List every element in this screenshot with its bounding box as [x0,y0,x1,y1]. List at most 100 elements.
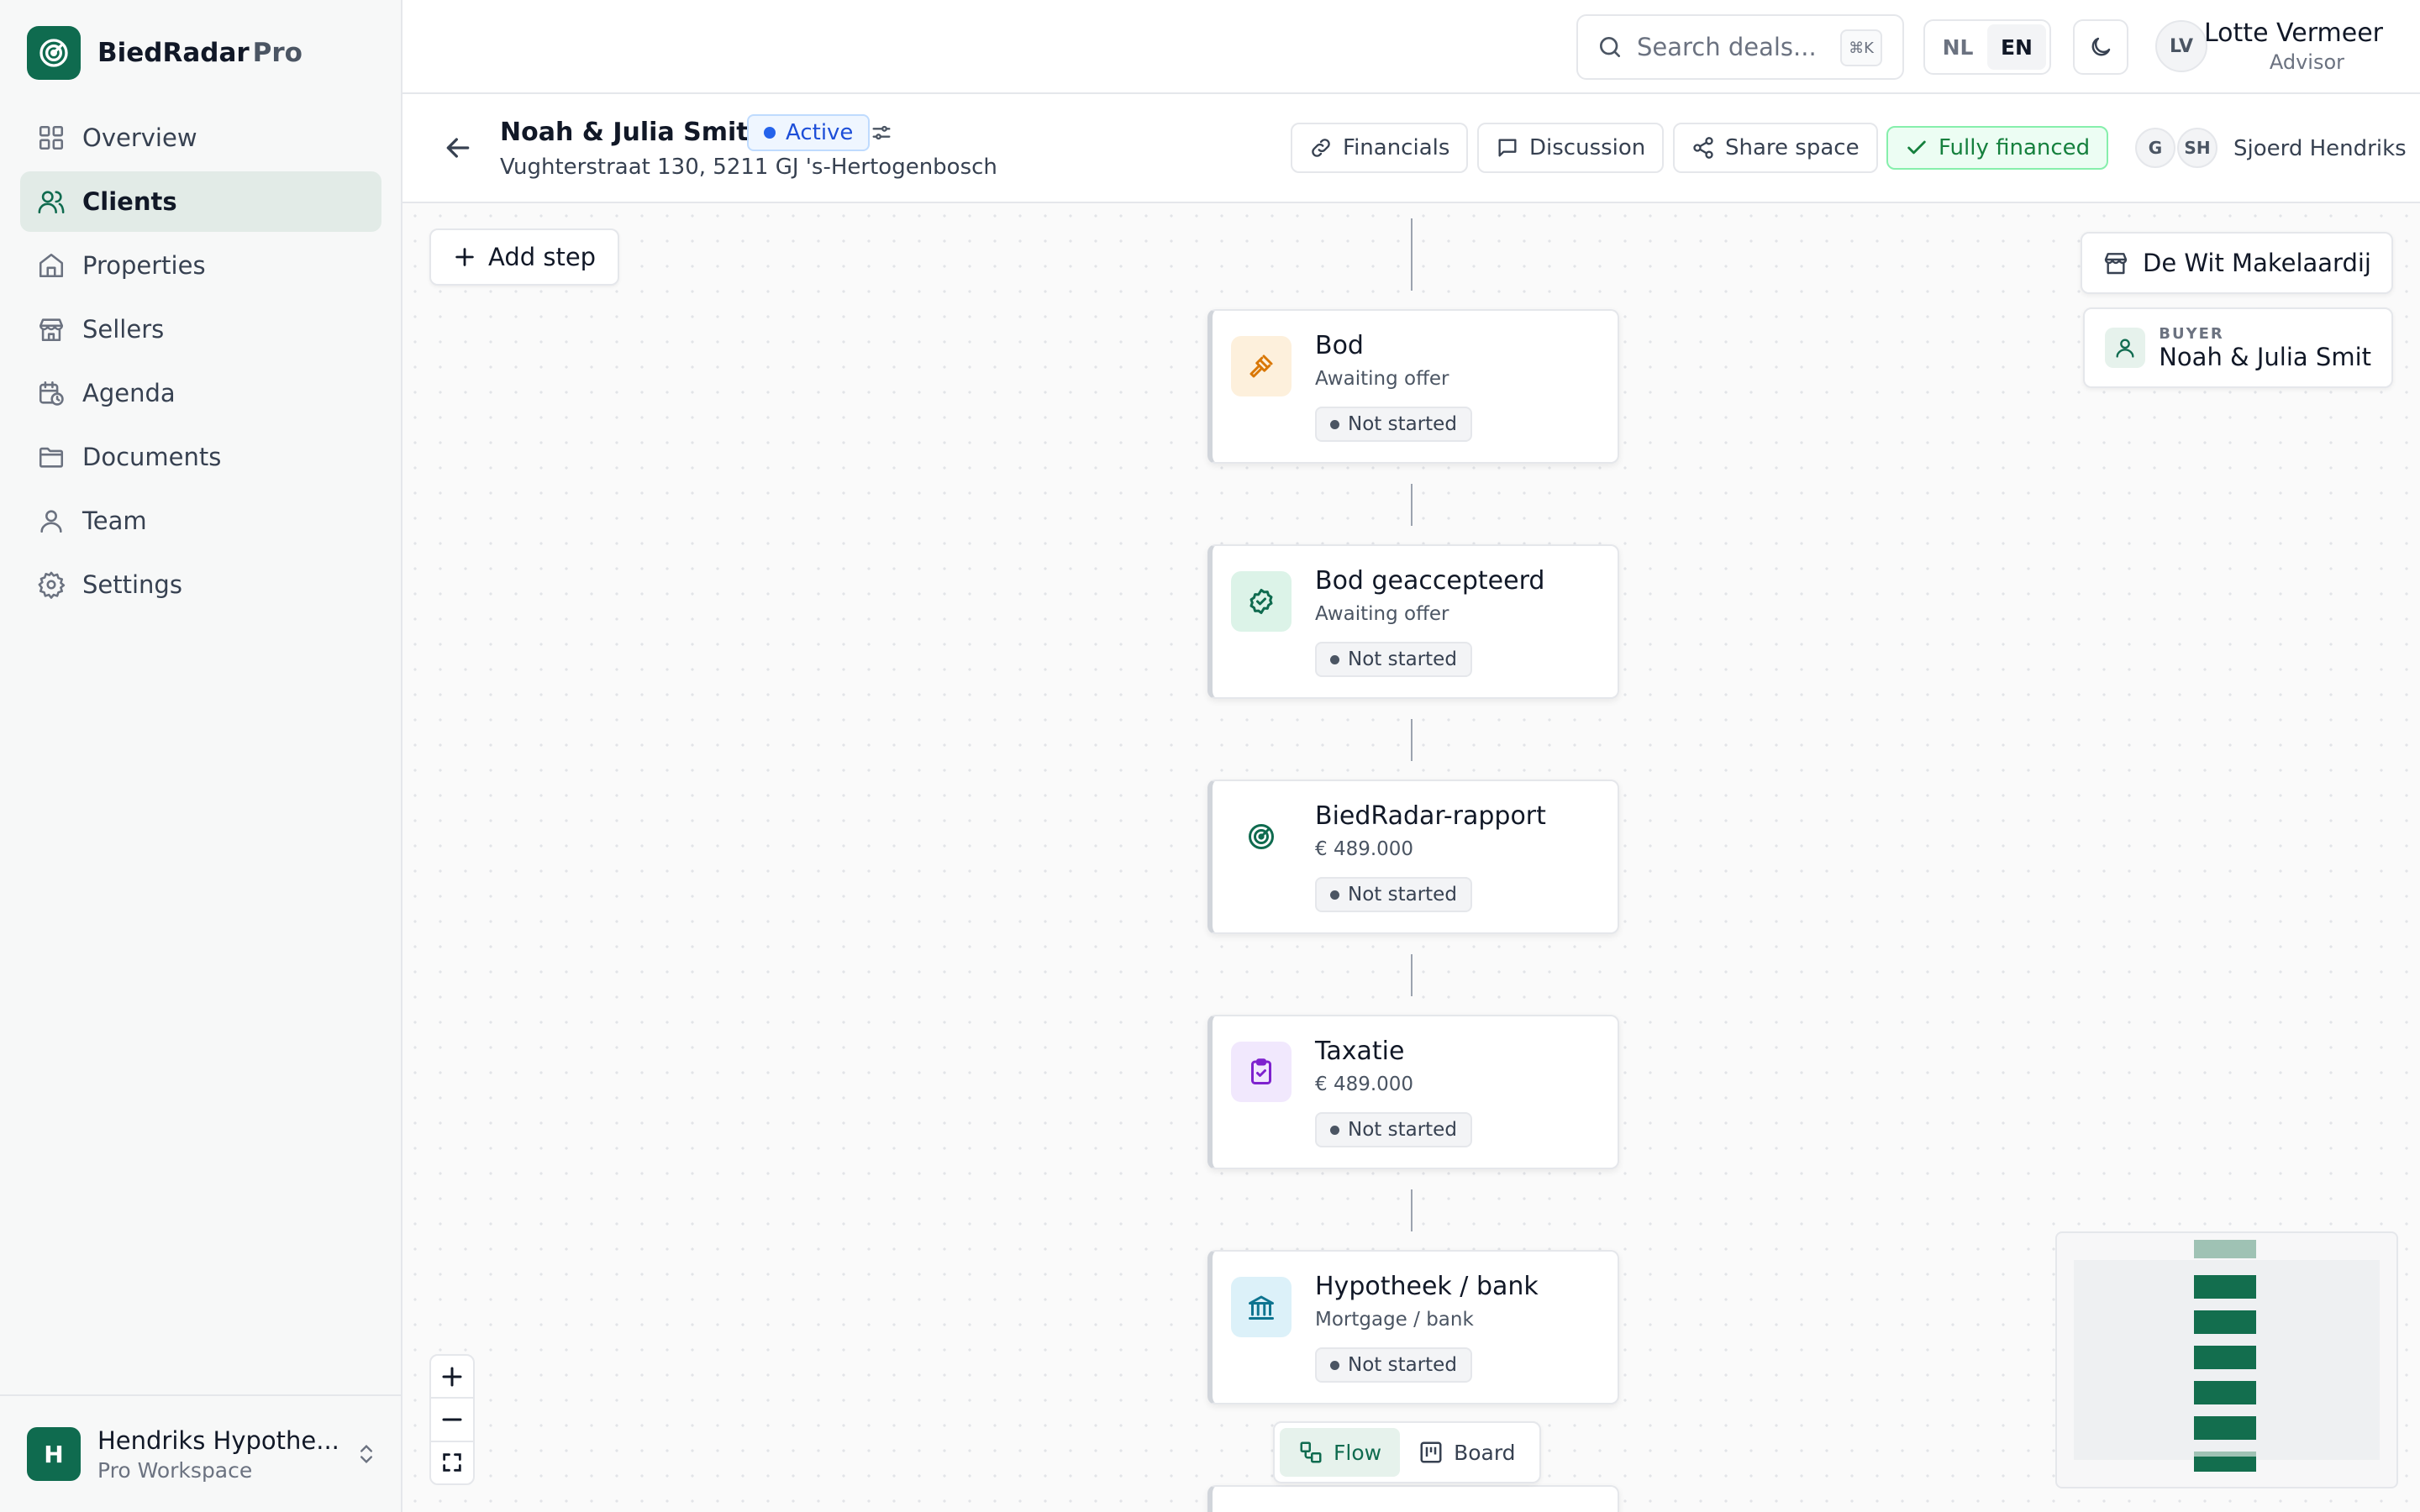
sidebar-item-clients[interactable]: Clients [20,171,381,232]
assignee-name[interactable]: Sjoerd Hendriks [2233,136,2407,161]
financing-status-badge[interactable]: Fully financed [1886,126,2109,170]
minimap-node [2194,1275,2256,1299]
agency-name: De Wit Makelaardij [2142,249,2371,277]
assignee-avatar[interactable]: SH [2177,128,2217,168]
sidebar-item-properties[interactable]: Properties [20,235,381,296]
clipboard-check-icon [1231,1042,1292,1102]
flow-step-bod[interactable]: Bod Awaiting offer Not started [1207,309,1619,464]
financials-button[interactable]: Financials [1291,123,1469,173]
sidebar-item-documents[interactable]: Documents [20,427,381,487]
board-view-button[interactable]: Board [1400,1428,1534,1477]
workspace-avatar: H [27,1427,81,1481]
sidebar-item-label: Settings [82,570,182,599]
view-toggle: Flow Board [1273,1421,1541,1483]
discussion-label: Discussion [1529,135,1646,160]
sidebar-item-label: Overview [82,123,197,152]
user-avatar[interactable]: LV [2155,20,2207,72]
sidebar-item-label: Sellers [82,315,165,344]
flow-connector [1411,719,1413,761]
minimap-node [2194,1346,2256,1369]
zoom-out-button[interactable] [431,1399,473,1442]
home-icon [39,253,64,278]
sidebar: BiedRadar Pro Overview Clients Properties… [0,0,402,1512]
flow-step-biedradar-rapport[interactable]: BiedRadar-rapport € 489.000 Not started [1207,780,1619,934]
buyer-name: Noah & Julia Smit [2159,342,2371,371]
sidebar-item-settings[interactable]: Settings [20,554,381,615]
gavel-icon [1231,336,1292,396]
folder-icon [39,447,64,468]
flow-canvas[interactable]: Add step Bod Awaiting offer Not started … [402,203,2420,1512]
brand-name: BiedRadar Pro [97,38,302,68]
sidebar-item-team[interactable]: Team [20,491,381,551]
minus-icon [442,1418,462,1421]
zoom-in-button[interactable] [431,1356,473,1399]
step-title: BiedRadar-rapport [1315,801,1546,831]
discussion-button[interactable]: Discussion [1477,123,1665,173]
step-status-badge: Not started [1315,1112,1472,1147]
buyer-card[interactable]: BUYER Noah & Julia Smit [2083,307,2393,388]
status-badge[interactable]: Active [747,114,871,151]
flow-view-label: Flow [1334,1440,1382,1465]
minimap-node [2194,1457,2256,1472]
flow-step-taxatie[interactable]: Taxatie € 489.000 Not started [1207,1015,1619,1169]
fit-view-button[interactable] [431,1442,473,1483]
plus-icon [455,248,474,266]
bank-icon [1231,1277,1292,1337]
sidebar-item-label: Team [82,507,147,535]
check-icon [1907,140,1926,155]
minimap-node [2194,1381,2256,1404]
flow-connector [1411,1189,1413,1231]
board-view-label: Board [1454,1440,1516,1465]
store-icon [39,318,64,342]
user-name[interactable]: Lotte Vermeer [2204,18,2383,48]
workspace-name: Hendriks Hypothe... [97,1425,339,1455]
agency-card[interactable]: De Wit Makelaardij [2080,232,2393,294]
workspace-switcher[interactable]: H Hendriks Hypothe... Pro Workspace [0,1394,401,1512]
lang-en-button[interactable]: EN [1987,24,2046,70]
brand[interactable]: BiedRadar Pro [27,25,302,81]
flow-view-button[interactable]: Flow [1280,1428,1401,1477]
sidebar-item-agenda[interactable]: Agenda [20,363,381,423]
step-subtitle: Awaiting offer [1315,603,1449,625]
calendar-clock-icon [39,381,64,406]
user-icon [2105,328,2146,368]
moon-icon [2091,37,2111,56]
sidebar-nav: Overview Clients Properties Sellers Agen… [20,108,381,618]
sidebar-item-sellers[interactable]: Sellers [20,299,381,360]
step-status-badge: Not started [1315,877,1472,912]
share-icon [1693,137,1713,159]
flow-step-bod-geaccepteerd[interactable]: Bod geaccepteerd Awaiting offer Not star… [1207,544,1619,699]
sliders-icon[interactable] [870,121,893,144]
flow-step-hypotheek-bank[interactable]: Hypotheek / bank Mortgage / bank Not sta… [1207,1250,1619,1404]
search-shortcut: ⌘K [1840,29,1882,66]
user-role: Advisor [2269,50,2344,74]
search-input[interactable]: Search deals... ⌘K [1576,14,1904,80]
share-space-button[interactable]: Share space [1673,123,1878,173]
flow-connector [1411,218,1413,291]
participant-avatar[interactable]: G [2135,128,2175,168]
deal-title: Noah & Julia Smit [500,118,749,147]
lang-nl-button[interactable]: NL [1928,24,1987,70]
buyer-label: BUYER [2159,324,2224,343]
add-step-label: Add step [488,243,597,271]
sidebar-item-overview[interactable]: Overview [20,108,381,168]
theme-toggle-button[interactable] [2073,19,2128,75]
check-circle-icon [1231,571,1292,632]
flow-step-next[interactable] [1207,1485,1619,1512]
flow-connector [1411,954,1413,996]
minimap-node [2194,1416,2256,1440]
step-subtitle: € 489.000 [1315,838,1414,860]
add-step-button[interactable]: Add step [429,228,620,286]
sidebar-item-label: Documents [82,443,222,471]
gear-icon [38,571,66,599]
financed-label: Fully financed [1939,135,2091,160]
deal-address: Vughterstraat 130, 5211 GJ 's-Hertogenbo… [500,155,997,180]
step-title: Bod [1315,331,1364,360]
back-arrow-icon[interactable] [441,131,475,165]
step-title: Bod geaccepteerd [1315,566,1545,596]
minimap[interactable] [2055,1231,2398,1488]
board-icon [1420,1441,1442,1463]
message-icon [1498,139,1517,157]
zoom-controls [429,1354,475,1485]
sidebar-item-label: Agenda [82,379,176,407]
